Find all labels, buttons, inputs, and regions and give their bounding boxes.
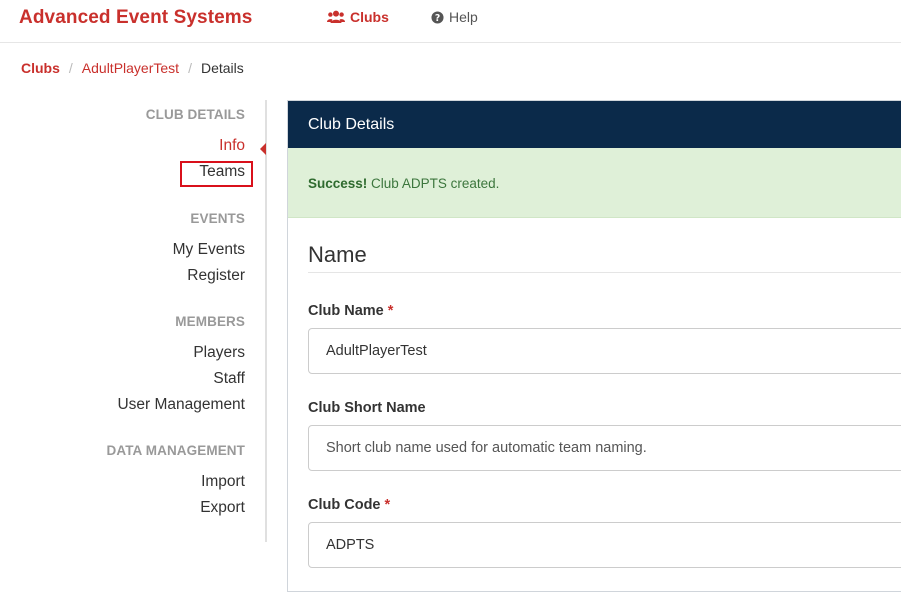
sidebar-item-info[interactable]: Info	[219, 137, 245, 155]
success-alert-text: Success! Club ADPTS created.	[308, 176, 499, 191]
club-name-value: AdultPlayerTest	[326, 343, 427, 359]
club-name-label: Club Name *	[308, 303, 393, 319]
brand-logo-text[interactable]: Advanced Event Systems	[19, 7, 252, 29]
sidebar-item-register[interactable]: Register	[187, 267, 245, 285]
club-short-name-input[interactable]: Short club name used for automatic team …	[308, 425, 901, 471]
breadcrumb-separator: /	[68, 60, 73, 76]
sidebar-item-import[interactable]: Import	[201, 473, 245, 491]
alert-message: Club ADPTS created.	[367, 176, 500, 191]
sidebar: CLUB DETAILS Info Teams EVENTS My Events…	[0, 100, 267, 542]
svg-text:?: ?	[435, 12, 440, 23]
sidebar-item-user-management[interactable]: User Management	[117, 396, 245, 414]
nav-clubs[interactable]: Clubs	[327, 9, 389, 25]
active-indicator-icon	[260, 143, 266, 155]
section-title: Name	[308, 242, 367, 267]
breadcrumb-current: Details	[200, 60, 244, 76]
question-circle-icon: ?	[431, 10, 444, 24]
nav-clubs-label: Clubs	[350, 9, 389, 25]
users-icon	[327, 10, 345, 24]
breadcrumb-club[interactable]: AdultPlayerTest	[82, 60, 179, 76]
club-code-label: Club Code *	[308, 497, 390, 513]
club-code-label-text: Club Code	[308, 497, 381, 513]
sidebar-item-staff[interactable]: Staff	[213, 370, 245, 388]
sidebar-heading-club-details: CLUB DETAILS	[145, 107, 245, 122]
nav-help-label: Help	[449, 9, 478, 25]
required-marker: *	[387, 303, 394, 319]
highlight-box	[180, 161, 253, 187]
nav-help[interactable]: ? Help	[431, 9, 478, 25]
alert-strong: Success!	[308, 176, 368, 191]
club-code-input[interactable]: ADPTS	[308, 522, 901, 568]
top-navbar: Advanced Event Systems Clubs ? Help	[0, 0, 901, 43]
club-details-panel: Club Details Success! Club ADPTS created…	[287, 100, 901, 592]
sidebar-item-export[interactable]: Export	[200, 499, 245, 517]
sidebar-heading-data-management: DATA MANAGEMENT	[106, 443, 245, 458]
sidebar-heading-events: EVENTS	[190, 211, 245, 226]
club-short-name-placeholder: Short club name used for automatic team …	[326, 440, 647, 456]
club-name-label-text: Club Name	[308, 303, 384, 319]
club-short-name-label-text: Club Short Name	[308, 400, 426, 416]
panel-header: Club Details	[288, 101, 901, 148]
sidebar-item-players[interactable]: Players	[193, 344, 245, 362]
success-alert: Success! Club ADPTS created.	[288, 148, 901, 218]
required-marker: *	[384, 497, 391, 513]
breadcrumb-separator: /	[188, 60, 192, 76]
sidebar-item-my-events[interactable]: My Events	[173, 241, 245, 259]
panel-title: Club Details	[308, 116, 395, 133]
breadcrumb: Clubs / AdultPlayerTest / Details	[21, 60, 244, 76]
club-code-value: ADPTS	[326, 537, 375, 553]
sidebar-heading-members: MEMBERS	[175, 314, 245, 329]
club-name-input[interactable]: AdultPlayerTest	[308, 328, 901, 374]
section-divider	[308, 272, 901, 273]
club-short-name-label: Club Short Name	[308, 400, 426, 416]
breadcrumb-clubs[interactable]: Clubs	[21, 60, 60, 76]
